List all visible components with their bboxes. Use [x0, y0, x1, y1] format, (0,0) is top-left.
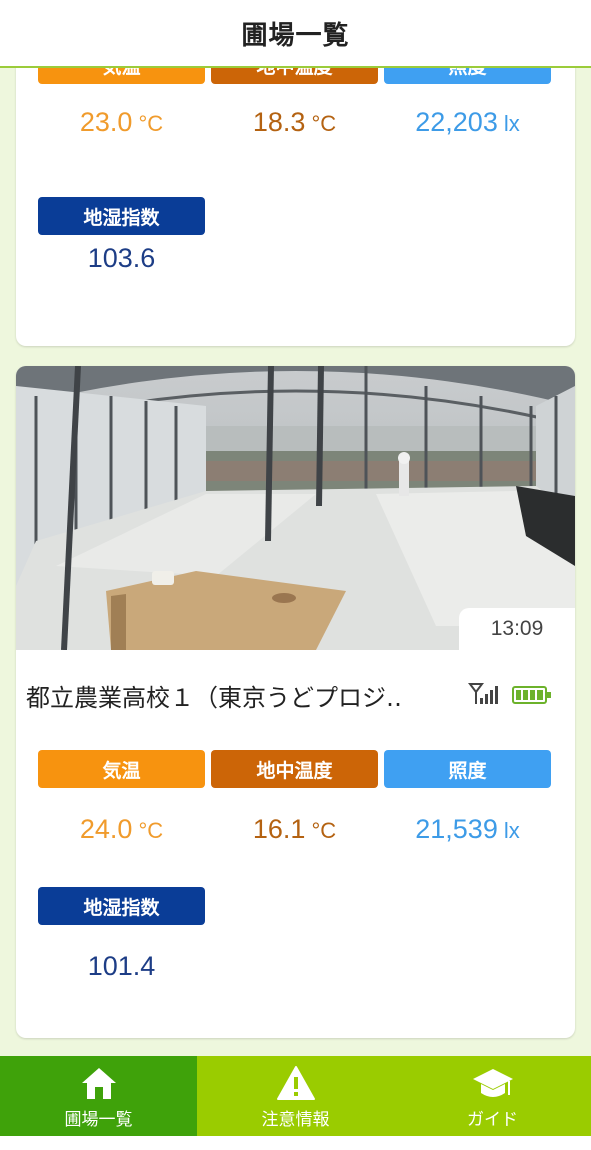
illuminance-value: 21,539 lx [415, 814, 520, 844]
nav-item-alerts[interactable]: 注意情報 [197, 1056, 394, 1136]
signal-icon [468, 683, 498, 704]
field-card[interactable]: 気温 地中温度 照度 23.0°C 18.3°C 22,203lx 地湿指数 1… [16, 68, 575, 346]
field-list[interactable]: 気温 地中温度 照度 23.0°C 18.3°C 22,203lx 地湿指数 1… [0, 68, 591, 1056]
nav-label: ガイド [467, 1109, 518, 1130]
warning-icon [276, 1063, 316, 1103]
soil-temp-value: 18.3 °C [252, 107, 337, 137]
air-temp-badge: 気温 [38, 68, 205, 84]
page-title: 圃場一覧 [241, 20, 350, 51]
illuminance-value: 22,203 lx [415, 107, 520, 137]
nav-item-guide[interactable]: ガイド [394, 1056, 591, 1136]
air-temp-value: 24.0 °C [79, 814, 164, 844]
nav-item-fields[interactable]: 圃場一覧 [0, 1056, 197, 1136]
soil-moisture-badge: 地湿指数 [38, 197, 205, 235]
bottom-nav: 圃場一覧 注意情報 ガイド [0, 1056, 591, 1136]
illuminance-badge: 照度 [384, 750, 551, 788]
nav-label: 注意情報 [261, 1109, 330, 1130]
site-title[interactable]: 都立農業高校１（東京うどプロジ‥ [26, 678, 456, 713]
soil-temp-badge: 地中温度 [211, 750, 378, 788]
field-card[interactable]: 13:09 都立農業高校１（東京うどプロジ‥ 気温 地中温度 照度 24.0 °C… [16, 366, 575, 1038]
graduation-cap-icon [471, 1063, 515, 1103]
bottom-safe-area [0, 1136, 591, 1150]
soil-temp-value: 16.1 °C [252, 814, 337, 844]
soil-temp-badge: 地中温度 [211, 68, 378, 84]
soil-moisture-value: 103.6 [87, 243, 156, 273]
app-header: 圃場一覧 [0, 0, 591, 68]
battery-icon [512, 686, 551, 704]
photo-time: 13:09 [459, 608, 575, 650]
air-temp-badge: 気温 [38, 750, 205, 788]
soil-moisture-value: 101.4 [87, 951, 156, 981]
home-icon [80, 1063, 118, 1103]
air-temp-value: 23.0 °C [79, 107, 164, 137]
nav-label: 圃場一覧 [64, 1109, 133, 1130]
illuminance-badge: 照度 [384, 68, 551, 84]
soil-moisture-badge: 地湿指数 [38, 887, 205, 925]
